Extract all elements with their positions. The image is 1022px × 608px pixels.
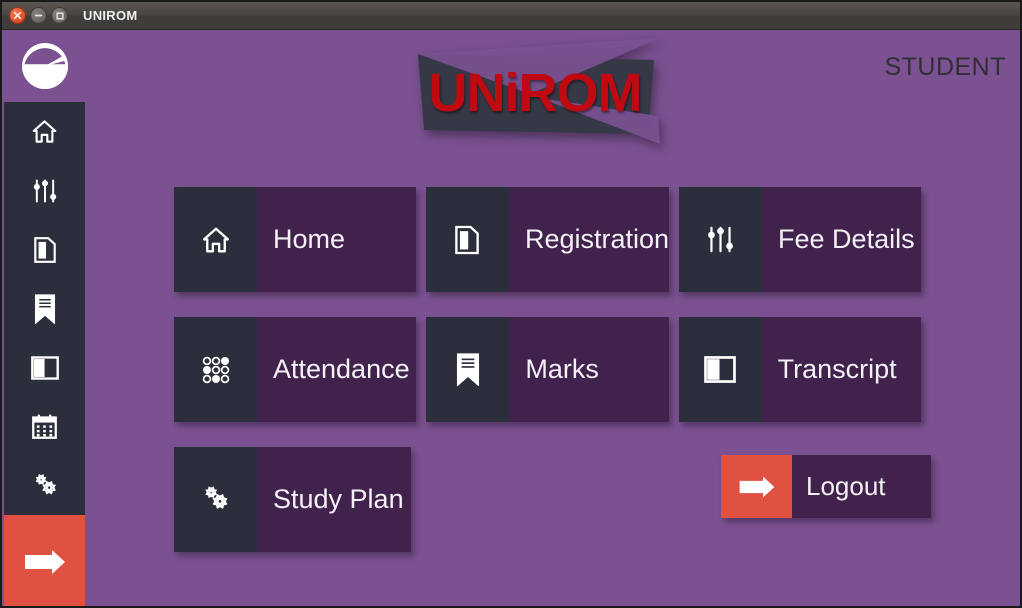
app-logo: UNiROM	[410, 38, 660, 144]
tile-icon-box	[174, 447, 257, 552]
tile-icon-box	[174, 317, 257, 422]
tile-label: Attendance	[257, 317, 417, 422]
main-content: UNiROM STUDENT Home Registration Fee Det…	[85, 30, 1018, 604]
tile-label: Transcript	[761, 317, 921, 422]
sliders-icon	[708, 226, 733, 253]
sliders-icon	[33, 179, 56, 202]
window-maximize-button[interactable]	[51, 7, 68, 24]
window-close-button[interactable]	[9, 7, 26, 24]
tile-row: Study Plan Logout	[174, 447, 931, 552]
app-logo-text: UNiROM	[428, 63, 643, 123]
logout-area: Logout	[721, 455, 931, 518]
close-icon	[13, 11, 22, 20]
sidebar	[4, 30, 85, 606]
application-window: UNIROM UNiROM STUDENT Home Registration …	[0, 0, 1022, 608]
page-icon	[455, 225, 480, 254]
tile-label: Marks	[509, 317, 669, 422]
minimize-icon	[34, 14, 43, 17]
tile-label: Home	[257, 187, 416, 292]
window-minimize-button[interactable]	[30, 7, 47, 24]
sidebar-logout-button[interactable]	[4, 515, 85, 606]
split-square-icon	[30, 355, 59, 380]
tile-attendance[interactable]: Attendance	[174, 317, 417, 422]
cogs-icon	[205, 486, 228, 509]
calendar-icon	[32, 414, 57, 439]
tile-icon-box	[426, 317, 510, 422]
window-titlebar: UNIROM	[2, 2, 1020, 30]
page-icon	[33, 236, 56, 263]
home-icon	[202, 227, 229, 252]
dot-grid-icon	[202, 356, 229, 383]
tile-grid: Home Registration Fee Details Attendance…	[174, 187, 931, 577]
logout-icon-box	[721, 455, 792, 518]
tile-icon-box	[425, 187, 509, 292]
tile-home[interactable]: Home	[174, 187, 416, 292]
tile-study-plan[interactable]: Study Plan	[174, 447, 411, 552]
tile-fee-details[interactable]: Fee Details	[679, 187, 921, 292]
sidebar-item-attendance[interactable]	[4, 397, 85, 456]
logout-button-label: Logout	[792, 455, 931, 518]
sidebar-item-study-plan[interactable]	[4, 456, 85, 515]
gauge-icon	[21, 43, 68, 89]
tile-row: Home Registration Fee Details	[174, 187, 931, 292]
tile-icon-box	[679, 187, 763, 292]
home-icon	[32, 120, 57, 143]
logout-arrow-icon	[739, 476, 774, 497]
tile-registration[interactable]: Registration	[425, 187, 670, 292]
cogs-icon	[35, 473, 56, 495]
split-square-icon	[704, 356, 736, 383]
user-role-label: STUDENT	[884, 53, 1006, 81]
tile-row: Attendance Marks Transcript	[174, 317, 931, 422]
sidebar-logo[interactable]	[4, 30, 85, 102]
tile-icon-box	[678, 317, 762, 422]
bookmark-icon	[34, 293, 55, 324]
tile-marks[interactable]: Marks	[426, 317, 669, 422]
tile-transcript[interactable]: Transcript	[678, 317, 921, 422]
logout-button[interactable]: Logout	[721, 455, 931, 518]
sidebar-item-home[interactable]	[4, 102, 85, 161]
window-title: UNIROM	[83, 8, 138, 23]
sidebar-item-marks[interactable]	[4, 279, 85, 338]
logout-arrow-icon	[24, 549, 65, 574]
tile-icon-box	[174, 187, 257, 292]
sidebar-item-fee-details[interactable]	[4, 161, 85, 220]
bookmark-icon	[456, 353, 479, 386]
sidebar-item-transcript[interactable]	[4, 338, 85, 397]
tile-label: Registration	[508, 187, 670, 292]
tile-label: Study Plan	[257, 447, 411, 552]
sidebar-item-registration[interactable]	[4, 220, 85, 279]
maximize-icon	[55, 11, 64, 20]
tile-label: Fee Details	[762, 187, 921, 292]
